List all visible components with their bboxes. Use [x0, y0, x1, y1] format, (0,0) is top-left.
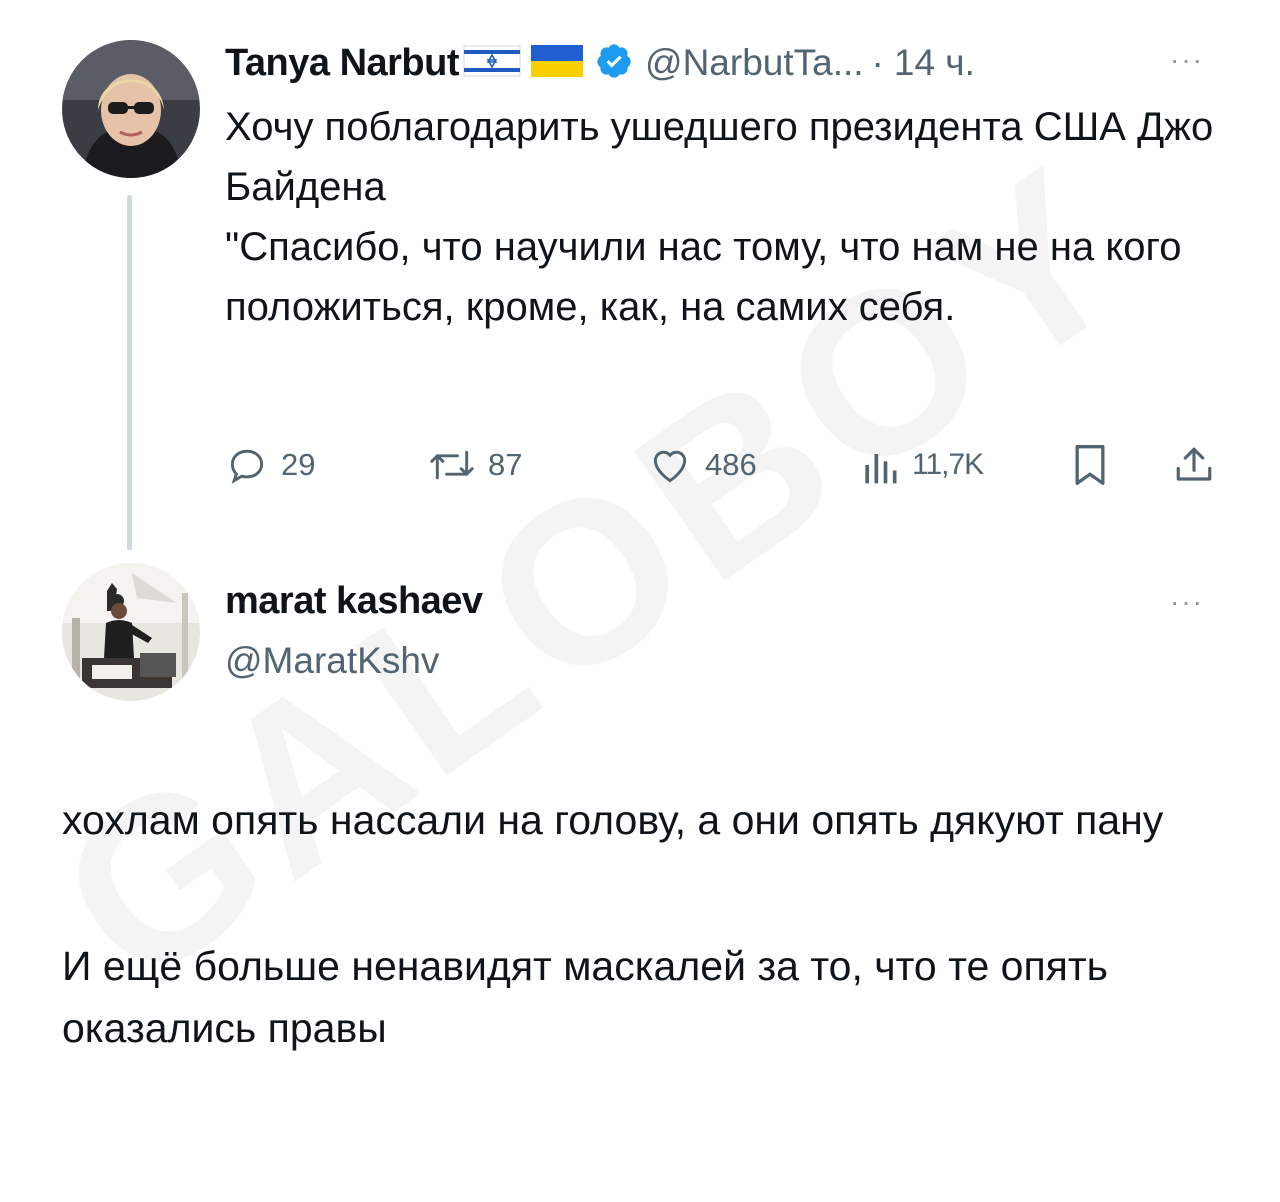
tweet-text: Хочу поблагодарить ушедшего президента С…: [225, 97, 1225, 337]
israel-flag-icon: [463, 45, 521, 82]
reply-count: 29: [281, 447, 316, 482]
verified-badge-icon: [595, 42, 633, 85]
reply-icon: [230, 449, 264, 484]
reply-author-handle[interactable]: @MaratKshv: [225, 640, 439, 682]
retweet-button[interactable]: 87: [428, 443, 522, 487]
author-name[interactable]: Tanya Narbut: [225, 42, 460, 85]
bookmark-icon: [1075, 445, 1105, 485]
separator: ·: [871, 42, 884, 83]
avatar[interactable]: [62, 40, 200, 178]
share-button[interactable]: [1173, 443, 1227, 487]
ukraine-flag-icon: [531, 44, 584, 82]
bookmark-button[interactable]: [1070, 443, 1122, 487]
reply-button[interactable]: 29: [225, 443, 315, 487]
reply-paragraph: И ещё больше ненавидят маскалей за то, ч…: [62, 943, 1108, 1051]
author-handle[interactable]: @NarbutTa...: [645, 42, 864, 84]
retweet-icon: [430, 450, 474, 480]
like-button[interactable]: 486: [647, 443, 757, 487]
like-icon: [653, 450, 687, 483]
tweet-header: Tanya Narbut @NarbutTa... · 14 ч.: [225, 38, 975, 88]
avatar[interactable]: [62, 563, 200, 701]
more-icon[interactable]: ···: [1170, 586, 1204, 618]
views-button[interactable]: 11,7K: [860, 443, 984, 487]
more-icon[interactable]: ···: [1170, 44, 1204, 76]
thread-line: [127, 195, 132, 550]
like-count: 486: [705, 447, 757, 482]
retweet-count: 87: [488, 447, 523, 482]
timestamp[interactable]: 14 ч.: [894, 42, 975, 84]
views-count: 11,7K: [912, 448, 984, 481]
tweet-text-line: "Спасибо, что научили нас тому, что нам …: [225, 225, 1182, 329]
views-icon: [865, 454, 897, 484]
reply-text: хохлам опять нассали на голову, а они оп…: [62, 789, 1242, 1059]
reply-author-name[interactable]: marat kashaev: [225, 580, 483, 623]
share-icon: [1176, 447, 1212, 481]
avatar-image: [62, 563, 200, 701]
tweet-actions: 29 87 486 11,7K: [225, 435, 1225, 495]
reply-paragraph: хохлам опять нассали на голову, а они оп…: [62, 797, 1164, 843]
tweet-text-line: Хочу поблагодарить ушедшего президента С…: [225, 105, 1214, 209]
avatar-image: [62, 40, 200, 178]
